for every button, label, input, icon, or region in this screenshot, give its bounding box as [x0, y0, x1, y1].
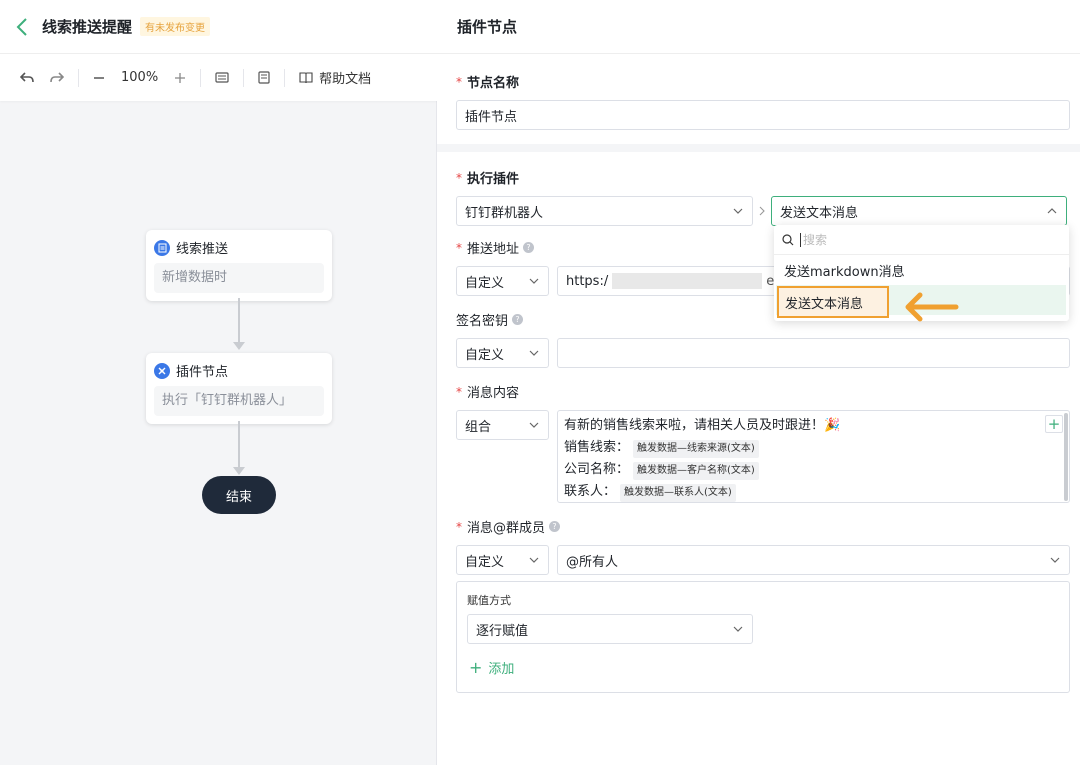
toolbar-divider — [200, 68, 202, 87]
mention-section: * 消息@群成员? 自定义 @所有人 赋值方式 逐行赋值 + 添加 — [437, 503, 1080, 693]
chevron-down-icon — [529, 422, 539, 428]
mention-mode-select[interactable]: 自定义 — [456, 545, 549, 575]
redo-icon[interactable] — [50, 66, 64, 90]
message-row: 联系人： 触发数据—联系人(文本) — [564, 481, 1063, 502]
variable-chip[interactable]: 触发数据—线索来源(文本) — [633, 440, 759, 458]
insert-variable-button[interactable]: + — [1045, 415, 1063, 433]
book-icon — [299, 71, 313, 83]
section-divider — [437, 144, 1080, 152]
mention-label: * 消息@群成员? — [456, 517, 1070, 536]
toolbar-divider — [243, 68, 245, 87]
plugin-node-subtitle: 执行「钉钉群机器人」 — [154, 386, 324, 416]
message-content-editor[interactable]: 有新的销售线索来啦，请相关人员及时跟进！🎉 销售线索： 触发数据—线索来源(文本)… — [557, 410, 1070, 503]
chevron-down-icon — [733, 208, 743, 214]
highlighted-option[interactable]: 发送文本消息 — [777, 286, 889, 318]
chevron-up-icon — [1047, 208, 1057, 214]
action-select[interactable]: 发送文本消息 — [771, 196, 1067, 226]
connector-arrow — [233, 342, 245, 350]
zoom-in-icon[interactable] — [174, 66, 186, 90]
node-name-label: * 节点名称 — [456, 74, 520, 92]
mention-select[interactable]: @所有人 — [557, 545, 1070, 575]
page-title: 线索推送提醒 — [42, 18, 133, 36]
unpublished-badge: 有未发布变更 — [140, 17, 211, 36]
search-icon — [782, 233, 794, 245]
back-icon[interactable] — [12, 17, 32, 37]
help-icon[interactable]: ? — [523, 242, 535, 253]
message-row: 销售线索： 触发数据—线索来源(文本) — [564, 437, 1063, 459]
assign-box: 赋值方式 逐行赋值 + 添加 — [456, 581, 1070, 693]
help-doc-label: 帮助文档 — [319, 72, 372, 87]
sign-key-mode-select[interactable]: 自定义 — [456, 338, 549, 368]
trigger-node-subtitle: 新增数据时 — [154, 263, 324, 293]
document-icon — [154, 239, 170, 256]
help-icon[interactable]: ? — [512, 314, 524, 325]
chevron-right-icon — [759, 206, 765, 216]
zoom-level: 100% — [121, 70, 159, 85]
text-cursor — [800, 232, 801, 247]
chevron-down-icon — [733, 626, 743, 632]
message-label: * 消息内容 — [456, 384, 520, 402]
chevron-down-icon — [529, 278, 539, 284]
trigger-node[interactable]: 线索推送 新增数据时 — [146, 230, 332, 301]
toolbar-divider — [78, 68, 79, 87]
plugin-label: * 执行插件 — [456, 170, 520, 188]
push-url-mode-select[interactable]: 自定义 — [456, 266, 549, 296]
toolbar-divider — [284, 68, 286, 87]
plugin-node[interactable]: 插件节点 执行「钉钉群机器人」 — [146, 353, 332, 424]
variable-chip[interactable]: 触发数据—联系人(文本) — [620, 484, 736, 502]
chevron-down-icon — [1050, 557, 1060, 563]
sign-key-input[interactable] — [557, 338, 1070, 368]
assign-mode-select[interactable]: 逐行赋值 — [467, 614, 753, 644]
dropdown-option[interactable]: 发送markdown消息 — [774, 255, 1069, 285]
flow-canvas[interactable]: 线索推送提醒 有未发布变更 100% 帮助文档 线索推送 新增数据时 插件节点 … — [0, 0, 437, 765]
add-button[interactable]: + 添加 — [467, 658, 1059, 677]
message-line: 有新的销售线索来啦，请相关人员及时跟进！🎉 — [564, 418, 841, 433]
plugin-section: * 执行插件 钉钉群机器人 发送文本消息 — [437, 152, 1080, 226]
end-node[interactable]: 结束 — [202, 476, 276, 514]
plus-icon: + — [469, 658, 483, 677]
plugin-select[interactable]: 钉钉群机器人 — [456, 196, 753, 226]
connector-line — [238, 298, 240, 342]
help-doc-link[interactable]: 帮助文档 — [299, 68, 371, 87]
plugin-node-title: 插件节点 — [176, 365, 229, 380]
dropdown-search[interactable]: 搜索 — [774, 225, 1069, 255]
app: 线索推送提醒 有未发布变更 100% 帮助文档 线索推送 新增数据时 插件节点 … — [0, 0, 1080, 765]
scrollbar[interactable] — [1064, 413, 1068, 501]
chevron-down-icon — [529, 557, 539, 563]
message-section: * 消息内容 组合 有新的销售线索来啦，请相关人员及时跟进！🎉 销售线索： 触发数据… — [437, 368, 1080, 503]
node-name-section: * 节点名称 插件节点 — [437, 54, 1080, 130]
chevron-down-icon — [529, 350, 539, 356]
message-mode-select[interactable]: 组合 — [456, 410, 549, 440]
zoom-out-icon[interactable] — [93, 66, 105, 90]
keyboard-icon[interactable] — [215, 66, 229, 90]
help-icon[interactable]: ? — [549, 521, 561, 532]
message-row: 公司名称： 触发数据—客户名称(文本) — [564, 459, 1063, 481]
connector-arrow — [233, 467, 245, 475]
trigger-node-title: 线索推送 — [176, 242, 229, 257]
toolbar: 100% 帮助文档 — [0, 54, 437, 101]
callout-arrow-icon — [905, 292, 959, 322]
connector-line — [238, 421, 240, 467]
add-label: 添加 — [488, 662, 515, 677]
panel-title: 插件节点 — [437, 0, 1080, 54]
plugin-icon — [154, 362, 170, 379]
comment-icon[interactable] — [258, 66, 270, 90]
undo-icon[interactable] — [20, 66, 34, 90]
assign-label: 赋值方式 — [467, 594, 511, 607]
variable-chip[interactable]: 触发数据—客户名称(文本) — [633, 462, 759, 480]
header: 线索推送提醒 有未发布变更 — [0, 0, 437, 54]
config-panel: 插件节点 * 节点名称 插件节点 * 执行插件 钉钉群机器人 发送文本消息 * 推送地… — [437, 0, 1080, 765]
redacted-url — [612, 273, 763, 289]
search-placeholder: 搜索 — [803, 233, 828, 247]
node-name-input[interactable]: 插件节点 — [456, 100, 1070, 130]
